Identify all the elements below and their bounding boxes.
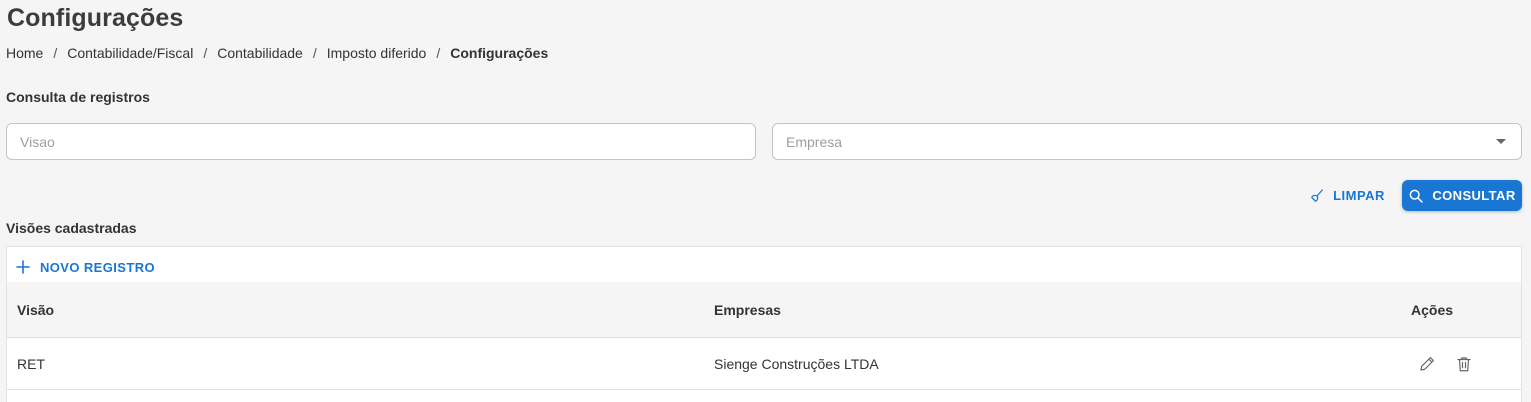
new-record-button[interactable]: NOVO REGISTRO bbox=[16, 257, 155, 277]
search-icon bbox=[1409, 189, 1424, 203]
delete-button[interactable] bbox=[1453, 353, 1475, 375]
breadcrumb-current: Configurações bbox=[450, 45, 549, 61]
visao-field[interactable] bbox=[6, 123, 756, 160]
plus-icon bbox=[16, 260, 30, 274]
breadcrumb-separator: / bbox=[312, 45, 317, 61]
broom-icon bbox=[1311, 188, 1323, 202]
edit-icon bbox=[1420, 356, 1434, 371]
search-button[interactable]: CONSULTAR bbox=[1402, 180, 1522, 211]
breadcrumb-separator: / bbox=[53, 45, 58, 61]
query-section-label: Consulta de registros bbox=[6, 89, 150, 105]
cell-visao: RET bbox=[17, 355, 45, 372]
edit-button[interactable] bbox=[1416, 353, 1438, 375]
page-title: Configurações bbox=[7, 4, 184, 32]
cell-empresas: Sienge Construções LTDA bbox=[714, 355, 879, 372]
column-header-visao[interactable]: Visão bbox=[17, 302, 54, 318]
table-header: Visão Empresas Ações bbox=[7, 282, 1521, 338]
clear-button-label: LIMPAR bbox=[1333, 188, 1385, 203]
visao-input[interactable] bbox=[20, 133, 742, 150]
breadcrumb-home[interactable]: Home bbox=[6, 45, 43, 61]
new-record-label: NOVO REGISTRO bbox=[40, 259, 155, 275]
search-button-label: CONSULTAR bbox=[1432, 188, 1516, 203]
breadcrumb-separator: / bbox=[203, 45, 208, 61]
delete-icon bbox=[1457, 356, 1471, 371]
breadcrumb-imposto-diferido[interactable]: Imposto diferido bbox=[327, 45, 427, 61]
empresa-placeholder: Empresa bbox=[786, 133, 843, 150]
column-header-empresas[interactable]: Empresas bbox=[714, 302, 781, 318]
chevron-down-icon[interactable] bbox=[1496, 139, 1506, 144]
breadcrumb: Home / Contabilidade/Fiscal / Contabilid… bbox=[6, 45, 548, 61]
breadcrumb-separator: / bbox=[436, 45, 441, 61]
column-header-acoes: Ações bbox=[1411, 301, 1454, 318]
records-table: NOVO REGISTRO Visão Empresas Ações RET S… bbox=[6, 246, 1522, 402]
breadcrumb-contabilidade-fiscal[interactable]: Contabilidade/Fiscal bbox=[67, 45, 193, 61]
clear-button[interactable]: LIMPAR bbox=[1305, 180, 1389, 211]
breadcrumb-contabilidade[interactable]: Contabilidade bbox=[217, 45, 303, 61]
table-row: RET Sienge Construções LTDA bbox=[7, 338, 1521, 390]
empresa-select[interactable]: Empresa bbox=[772, 123, 1522, 160]
list-section-label: Visões cadastradas bbox=[6, 220, 137, 236]
